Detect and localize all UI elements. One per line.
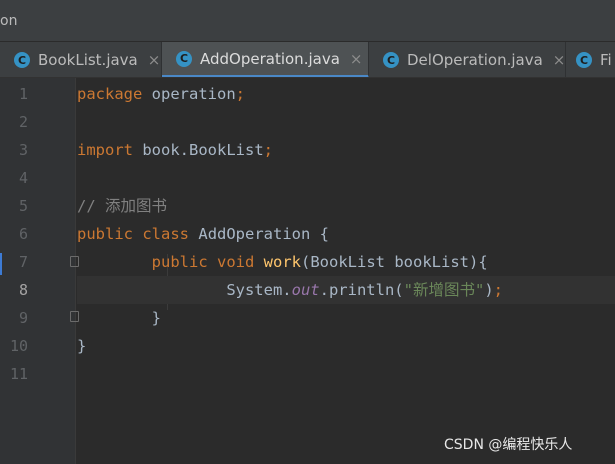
tab-deloperation[interactable]: C DelOperation.java × (369, 42, 566, 77)
close-paren: ) (484, 281, 494, 299)
param-name: bookList (394, 253, 469, 271)
tab-label: DelOperation.java (407, 51, 543, 69)
line-number: 10 (9, 337, 28, 355)
tab-addoperation[interactable]: C AddOperation.java × (162, 42, 369, 77)
window-title: on (0, 13, 18, 29)
line-number: 2 (18, 113, 28, 131)
keyword: import (77, 141, 133, 159)
java-class-icon: C (14, 52, 30, 68)
line-number-gutter[interactable]: 1 2 3 4 5 6 7 8 9 10 11 (0, 78, 79, 464)
semicolon: ; (493, 281, 503, 299)
code-line-6: public class AddOperation { (77, 220, 615, 248)
line-number: 6 (18, 225, 28, 243)
line-number: 5 (18, 197, 28, 215)
line-number: 9 (18, 309, 28, 327)
java-class-icon: C (176, 50, 192, 67)
code-editor[interactable]: package operation; import book.BookList;… (77, 80, 615, 464)
close-icon[interactable]: × (553, 51, 566, 69)
code-line-3: import book.BookList; (77, 136, 615, 164)
keyword: class (142, 225, 190, 243)
java-class-icon: C (383, 52, 399, 68)
keyword: public (77, 225, 133, 243)
code-line-5: // 添加图书 (77, 192, 615, 220)
line-number: 4 (18, 169, 28, 187)
params-open: (BookList (301, 253, 395, 271)
tab-find-partial[interactable]: C Fi (566, 42, 615, 77)
keyword: void (217, 253, 255, 271)
method-call: .println( (319, 281, 404, 299)
string-literal: "新增图书" (403, 281, 485, 299)
close-icon[interactable]: × (350, 50, 363, 68)
object-ref: System. (226, 281, 292, 299)
line-number: 7 (18, 253, 28, 271)
code-line-8-current: System.out.println("新增图书"); (77, 276, 615, 304)
tab-label: Fi (600, 51, 612, 69)
line-number: 11 (9, 365, 28, 383)
brace: { (310, 225, 330, 243)
close-icon[interactable]: × (148, 51, 161, 69)
keyword: public (151, 253, 208, 271)
comment: // 添加图书 (77, 197, 167, 215)
import-path: book.BookList (133, 141, 264, 159)
code-line-9: } (77, 304, 615, 332)
method-name: work (263, 253, 301, 271)
line-number: 3 (18, 141, 28, 159)
code-line-10: } (77, 332, 615, 360)
code-line-7: public void work(BookList bookList){ (77, 248, 615, 276)
semicolon: ; (263, 141, 273, 159)
semicolon: ; (235, 85, 245, 103)
editor-tab-bar: C BookList.java × C AddOperation.java × … (0, 42, 615, 78)
package-name: operation (142, 85, 236, 103)
java-class-icon: C (576, 52, 592, 68)
code-line-1: package operation; (77, 80, 615, 108)
line-number-current: 8 (18, 281, 28, 299)
class-name: AddOperation (198, 225, 311, 243)
params-close: ){ (468, 253, 488, 271)
static-field: out (291, 281, 320, 299)
brace: } (77, 337, 87, 355)
line-number: 1 (18, 85, 28, 103)
tab-booklist[interactable]: C BookList.java × (0, 42, 162, 77)
brace: } (151, 309, 161, 327)
title-bar: on (0, 0, 615, 42)
tab-label: BookList.java (38, 51, 138, 69)
keyword: package (77, 85, 143, 103)
watermark: CSDN @编程快乐人 (444, 437, 573, 453)
tab-label: AddOperation.java (200, 49, 340, 68)
